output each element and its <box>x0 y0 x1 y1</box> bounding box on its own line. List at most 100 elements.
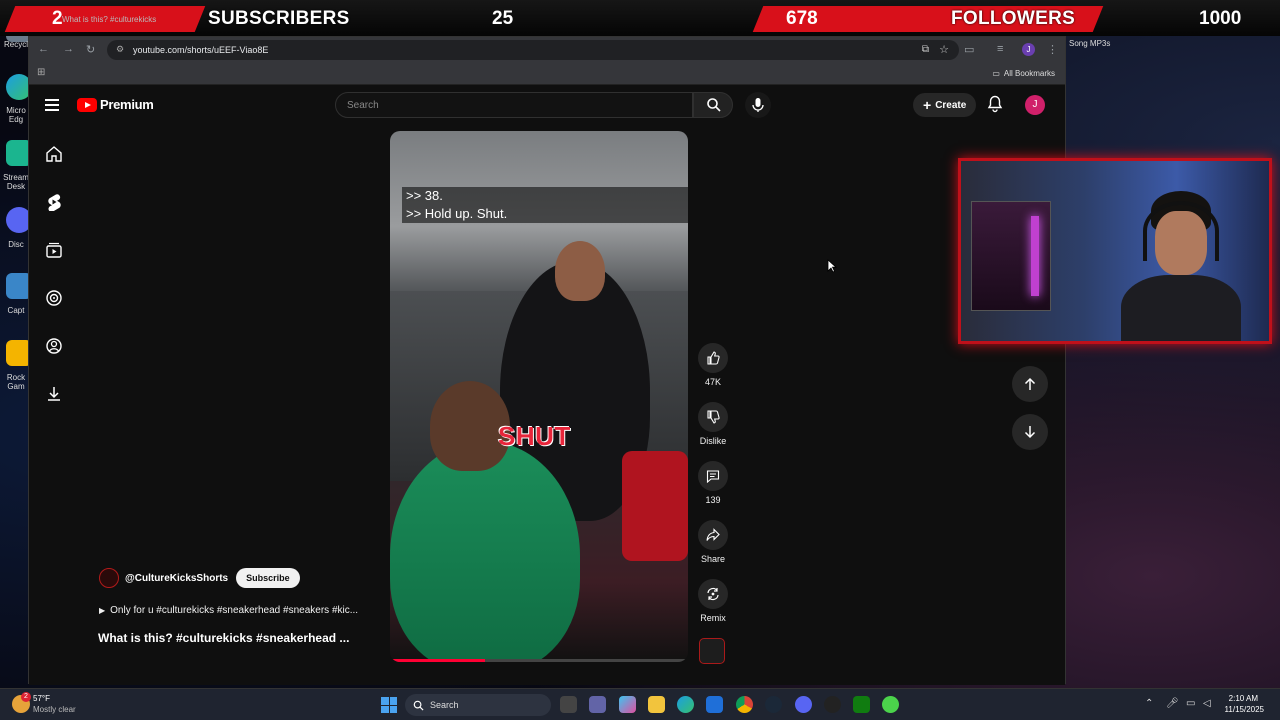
followers-count: 678 <box>786 8 818 29</box>
windows-taskbar: 2 57°F Mostly clear Search ⌃ 🎤︎ ▭ ◁ 2:10… <box>0 688 1280 720</box>
share-button[interactable]: Share <box>697 520 729 564</box>
tray-chevron-icon[interactable]: ⌃ <box>1145 698 1153 709</box>
thumbs-up-icon <box>707 351 720 365</box>
tray-volume-icon[interactable]: ◁ <box>1203 698 1211 709</box>
caption-line-1: >> 38. <box>406 188 443 203</box>
teams-icon[interactable] <box>589 696 606 713</box>
short-title[interactable]: What is this? #culturekicks #sneakerhead… <box>98 631 349 645</box>
youtube-page: Premium Search + Create J >> 38. >> Hold… <box>29 85 1065 685</box>
description-text: Only for u #culturekicks #sneakerhead #s… <box>110 605 359 616</box>
red-bag-shape <box>622 451 688 561</box>
store-icon[interactable] <box>706 696 723 713</box>
video-progress-bar[interactable] <box>390 659 688 662</box>
copilot-icon[interactable] <box>619 696 636 713</box>
channel-name[interactable]: @CultureKicksShorts <box>125 573 228 584</box>
discord-taskbar-icon[interactable] <box>795 696 812 713</box>
you-icon[interactable] <box>45 289 63 307</box>
account-avatar[interactable]: J <box>1025 95 1045 115</box>
chrome-icon[interactable] <box>736 696 753 713</box>
subscribe-button[interactable]: Subscribe <box>236 568 300 588</box>
person-seated-shape <box>390 441 580 662</box>
taskbar-search-label: Search <box>430 700 459 710</box>
like-count: 47K <box>704 377 721 387</box>
steam-icon[interactable] <box>765 696 782 713</box>
caption-line-2: >> Hold up. Shut. <box>406 206 508 221</box>
weather-badge: 2 <box>21 692 31 702</box>
channel-avatar[interactable] <box>99 568 119 588</box>
youtube-logo[interactable]: Premium <box>77 97 154 112</box>
like-button[interactable]: 47K <box>697 343 729 387</box>
comment-count: 139 <box>705 495 721 505</box>
channel-row: @CultureKicksShorts Subscribe <box>99 568 300 588</box>
reload-icon[interactable]: ↻ <box>86 43 95 56</box>
tray-network-icon[interactable]: ▭ <box>1186 698 1195 709</box>
browser-window: ← → ↻ ⚙ youtube.com/shorts/uEEF-Viao8E ⧉… <box>28 36 1066 685</box>
notifications-bell-icon[interactable] <box>987 95 1003 113</box>
browser-tab[interactable]: What is this? #culturekicks <box>62 15 192 29</box>
clock-date[interactable]: 11/15/2025 <box>1225 705 1264 714</box>
video-caption: >> 38. >> Hold up. Shut. <box>402 187 688 223</box>
short-video-player[interactable]: >> 38. >> Hold up. Shut. SHUT <box>390 131 688 662</box>
create-label: Create <box>935 99 967 111</box>
address-toolbar: ← → ↻ ⚙ youtube.com/shorts/uEEF-Viao8E ⧉… <box>29 37 1065 63</box>
media-icon[interactable]: ≡ <box>997 43 1003 55</box>
url-text: youtube.com/shorts/uEEF-Viao8E <box>133 45 269 55</box>
apps-grid-icon[interactable]: ⊞ <box>37 67 45 78</box>
menu-icon[interactable] <box>45 99 59 111</box>
logo-text: Premium <box>100 97 154 112</box>
profile-avatar[interactable]: J <box>1022 43 1035 56</box>
search-button[interactable] <box>693 92 733 118</box>
previous-short-button[interactable] <box>1012 366 1048 402</box>
create-button[interactable]: + Create <box>913 93 977 117</box>
windows-start-icon[interactable] <box>381 697 397 713</box>
task-view-icon[interactable] <box>560 696 577 713</box>
all-bookmarks[interactable]: ▭ All Bookmarks <box>992 69 1055 78</box>
subscriptions-icon[interactable] <box>45 241 63 259</box>
thumbs-down-icon <box>707 410 720 424</box>
bookmarks-bar: ⊞ ▭ All Bookmarks <box>29 63 1065 85</box>
arrow-down-icon <box>1024 426 1036 439</box>
video-progress-fill <box>390 659 486 662</box>
downloads-icon[interactable] <box>45 385 63 403</box>
address-bar[interactable]: ⚙ youtube.com/shorts/uEEF-Viao8E ⧉ ☆ <box>107 40 959 60</box>
site-info-icon[interactable]: ⚙ <box>116 44 124 55</box>
obs-icon[interactable] <box>824 696 841 713</box>
weather-temperature[interactable]: 57°F <box>33 694 50 703</box>
voice-search-button[interactable] <box>745 92 771 118</box>
app-green-icon[interactable] <box>882 696 899 713</box>
followers-label: FOLLOWERS <box>951 8 1076 29</box>
clock-time[interactable]: 2:10 AM <box>1229 694 1258 703</box>
next-short-button[interactable] <box>1012 414 1048 450</box>
xbox-icon[interactable] <box>853 696 870 713</box>
dislike-button[interactable]: Dislike <box>697 402 729 446</box>
share-label: Share <box>700 554 726 564</box>
remix-button[interactable]: Remix <box>697 579 729 623</box>
headset-shape <box>1143 201 1219 261</box>
shorts-icon[interactable] <box>45 193 63 211</box>
dislike-label: Dislike <box>699 436 727 446</box>
search-input[interactable]: Search <box>335 92 693 118</box>
left-count: 2 <box>52 8 63 29</box>
comments-button[interactable]: 139 <box>697 461 729 505</box>
install-icon[interactable]: ⧉ <box>922 44 929 55</box>
tray-mic-icon[interactable]: 🎤︎ <box>1166 698 1179 709</box>
streamer-shape <box>1121 191 1241 341</box>
channel-thumbnail-icon[interactable] <box>699 638 725 664</box>
forward-icon[interactable]: → <box>63 43 74 55</box>
webcam-overlay <box>958 158 1272 344</box>
pc-case-shape <box>971 201 1051 311</box>
home-icon[interactable] <box>45 145 63 163</box>
folder-icon: ▭ <box>992 69 1000 78</box>
menu-kebab-icon[interactable]: ⋮ <box>1047 43 1058 56</box>
weather-description[interactable]: Mostly clear <box>33 705 76 714</box>
search-placeholder: Search <box>347 100 379 111</box>
file-explorer-icon[interactable] <box>648 696 665 713</box>
bookmark-star-icon[interactable]: ☆ <box>939 43 949 56</box>
back-icon[interactable]: ← <box>38 43 49 55</box>
sidepanel-icon[interactable]: ▭ <box>964 43 974 56</box>
short-description[interactable]: ▶ Only for u #culturekicks #sneakerhead #… <box>99 605 358 616</box>
your-channel-icon[interactable] <box>45 337 63 355</box>
taskbar-search[interactable]: Search <box>405 694 551 716</box>
microphone-icon <box>752 98 764 112</box>
edge-taskbar-icon[interactable] <box>677 696 694 713</box>
